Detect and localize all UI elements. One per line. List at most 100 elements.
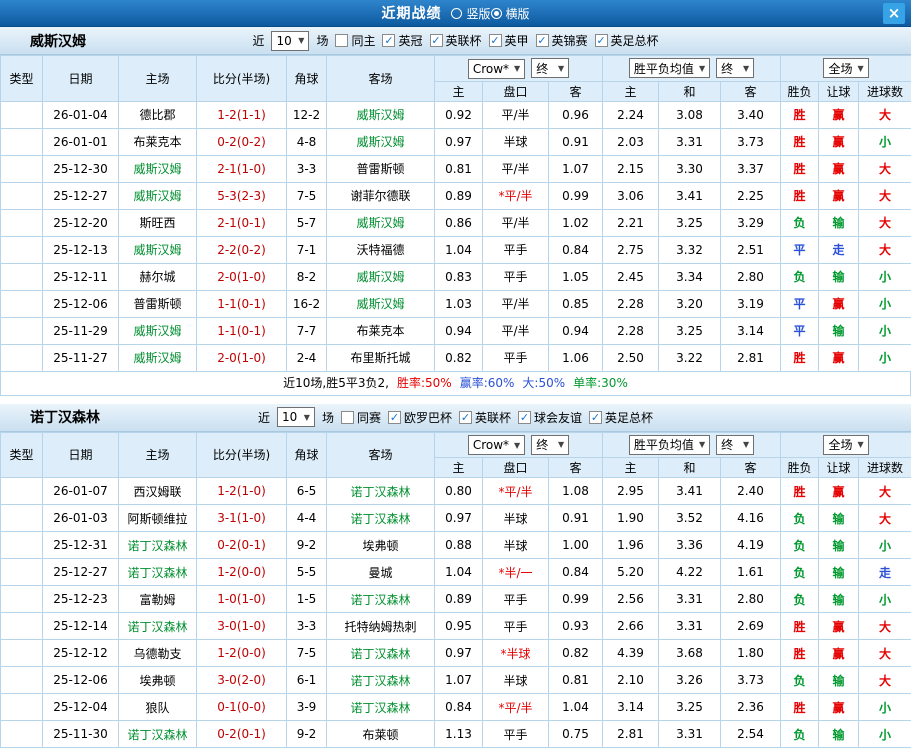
cell-handicap: 平/半 (482, 316, 549, 345)
cell-result-outcome: 负 (780, 262, 820, 291)
cell-result-outcome: 胜 (780, 100, 820, 129)
cell-corners: 3-9 (286, 693, 327, 721)
near-label: 近 (252, 34, 265, 48)
cell-mean-draw: 3.25 (658, 208, 721, 237)
table-row: 英超 26-01-03 阿斯顿维拉 3-1(1-0) 4-4 诺丁汉森林 0.97 半球 0.9… (0, 504, 911, 532)
cell-corners: 16-2 (286, 289, 327, 318)
cell-odds-home: 0.86 (434, 208, 483, 237)
cell-handicap: 半球 (482, 531, 549, 559)
checkbox-icon[interactable]: ✓ (459, 410, 472, 424)
filter-checkbox-5[interactable]: ✓ 英足总杯 (594, 32, 659, 49)
cell-result-goals: 大 (858, 208, 911, 237)
checkbox-icon[interactable] (340, 410, 354, 424)
filter-checkbox-2[interactable]: ✓ 英联杯 (429, 32, 482, 49)
odds-source-select[interactable]: Crow* ▼ (467, 435, 526, 455)
cell-competition: 英超 (0, 585, 43, 613)
cell-date: 25-12-06 (42, 666, 119, 694)
summary-row: 近10场,胜5平3负2, 胜率:50% 赢率:60% 大:50% 单率:30% (0, 371, 911, 396)
cell-odds-home: 0.95 (434, 612, 483, 640)
close-button[interactable]: × (883, 3, 905, 24)
filter-checkbox-4[interactable]: ✓ 英足总杯 (589, 409, 653, 426)
cell-odds-home: 0.83 (434, 262, 483, 291)
checkbox-icon[interactable]: ✓ (387, 410, 401, 424)
cell-odds-away: 0.84 (548, 558, 603, 586)
filter-bar: 近 10 ▼ 场同主 ✓ 英冠 ✓ 英联杯 ✓ 英甲 ✓ 英锦赛 ✓ 英足总杯 (252, 30, 659, 51)
filter-checkbox-0[interactable]: 同主 (335, 32, 375, 49)
scope-select[interactable]: 全场 ▼ (823, 434, 869, 455)
mean-time-select[interactable]: 终 ▼ (716, 434, 755, 455)
cell-odds-away: 1.04 (548, 693, 603, 721)
layout-radio-horizontal[interactable]: 横版 (490, 5, 530, 22)
cell-date: 25-12-04 (42, 693, 119, 721)
cell-mean-home: 1.90 (602, 504, 659, 532)
cell-result-goals: 大 (858, 154, 911, 183)
cell-mean-home: 2.66 (602, 612, 659, 640)
match-count-select[interactable]: 10 ▼ (271, 30, 310, 51)
cell-score: 3-0(1-0) (196, 612, 287, 640)
filter-checkbox-4[interactable]: ✓ 英锦赛 (535, 32, 588, 49)
mean-source-select[interactable]: 胜平负均值 ▼ (628, 434, 711, 455)
cell-corners: 6-5 (286, 477, 327, 505)
checkbox-icon[interactable]: ✓ (488, 34, 502, 47)
filter-checkbox-3[interactable]: ✓ 英甲 (488, 32, 529, 49)
odds-time-select[interactable]: 终 ▼ (531, 58, 570, 78)
cell-competition: 英冠 (0, 262, 43, 291)
cell-home-team: 威斯汉姆 (118, 181, 197, 210)
scope-select-value: 全场 (828, 438, 853, 453)
cell-mean-away: 1.80 (719, 639, 782, 667)
cell-away-team: 布莱克本 (326, 316, 435, 345)
sub-mean-away: 客 (719, 457, 782, 478)
checkbox-icon[interactable]: ✓ (594, 34, 608, 47)
cell-result-handicap: 赢 (818, 181, 860, 210)
table-row: 英冠 25-11-29 威斯汉姆 1-1(0-1) 7-7 布莱克本 0.94 平/半 0.94… (0, 316, 911, 345)
sub-mean-away: 客 (719, 80, 782, 102)
table-row: 英超 25-12-04 狼队 0-1(0-0) 3-9 诺丁汉森林 0.84 *平/半 1.04… (0, 693, 911, 721)
table-row: 英超 25-12-14 诺丁汉森林 3-0(1-0) 3-3 托特纳姆热刺 0.95 平手 0.… (0, 612, 911, 640)
cell-corners: 9-2 (286, 531, 327, 559)
checkbox-icon[interactable]: ✓ (382, 34, 396, 47)
cell-mean-draw: 3.20 (658, 289, 721, 318)
cell-result-goals: 大 (858, 181, 911, 210)
checkbox-icon[interactable]: ✓ (429, 34, 443, 47)
cell-mean-draw: 3.30 (658, 154, 721, 183)
table-row: 英冠 25-11-27 威斯汉姆 2-0(1-0) 2-4 布里斯托城 0.82 平手 1.06… (0, 343, 911, 372)
cell-corners: 3-3 (286, 154, 327, 183)
match-count-select-value: 10 (281, 410, 298, 424)
cell-competition: 欧罗巴杯 (0, 639, 43, 667)
checkbox-icon[interactable]: ✓ (589, 410, 603, 424)
filter-checkbox-2[interactable]: ✓ 英联杯 (459, 409, 511, 426)
sub-goals-result: 进球数 (858, 457, 911, 478)
cell-corners: 5-7 (286, 208, 327, 237)
mean-source-select[interactable]: 胜平负均值 ▼ (628, 58, 711, 79)
cell-mean-draw: 3.22 (658, 343, 721, 372)
checkbox-icon[interactable]: ✓ (518, 410, 532, 424)
odds-source-select[interactable]: Crow* ▼ (467, 58, 526, 79)
match-count-select[interactable]: 10 ▼ (276, 407, 315, 427)
checkbox-icon[interactable] (335, 34, 349, 47)
filter-checkbox-0[interactable]: 同赛 (340, 409, 381, 426)
mean-time-select[interactable]: 终 ▼ (716, 58, 755, 79)
cell-corners: 4-8 (286, 127, 327, 156)
layout-radio-vertical[interactable]: 竖版 (451, 5, 491, 22)
cell-result-handicap: 赢 (818, 343, 860, 372)
filter-checkbox-1[interactable]: ✓ 欧罗巴杯 (387, 409, 452, 426)
checkbox-label: 英足总杯 (605, 410, 654, 425)
layout-radio-label: 竖版 (466, 6, 491, 21)
cell-home-team: 乌德勒支 (118, 639, 197, 667)
odds-time-select[interactable]: 终 ▼ (531, 434, 570, 455)
cell-result-outcome: 平 (780, 289, 820, 318)
cell-away-team: 威斯汉姆 (326, 289, 435, 318)
scope-select[interactable]: 全场 ▼ (823, 58, 869, 79)
cell-result-outcome: 胜 (780, 639, 820, 667)
checkbox-icon[interactable]: ✓ (535, 34, 549, 47)
table-row: 英冠 25-12-06 普雷斯顿 1-1(0-1) 16-2 威斯汉姆 1.03 平/半 0.8… (0, 289, 911, 318)
cell-odds-home: 0.84 (434, 693, 483, 721)
cell-result-handicap: 输 (818, 585, 860, 613)
table-row: 英超 26-01-07 西汉姆联 1-2(1-0) 6-5 诺丁汉森林 0.80 *平/半 1.… (0, 477, 911, 505)
dropdown-arrow-icon: ▼ (298, 36, 305, 45)
filter-checkbox-3[interactable]: ✓ 球会友谊 (518, 409, 582, 426)
filter-checkbox-1[interactable]: ✓ 英冠 (382, 32, 423, 49)
cell-odds-away: 0.82 (548, 639, 603, 667)
cell-handicap: 平/半 (482, 154, 549, 183)
cell-mean-away: 2.80 (719, 262, 782, 291)
